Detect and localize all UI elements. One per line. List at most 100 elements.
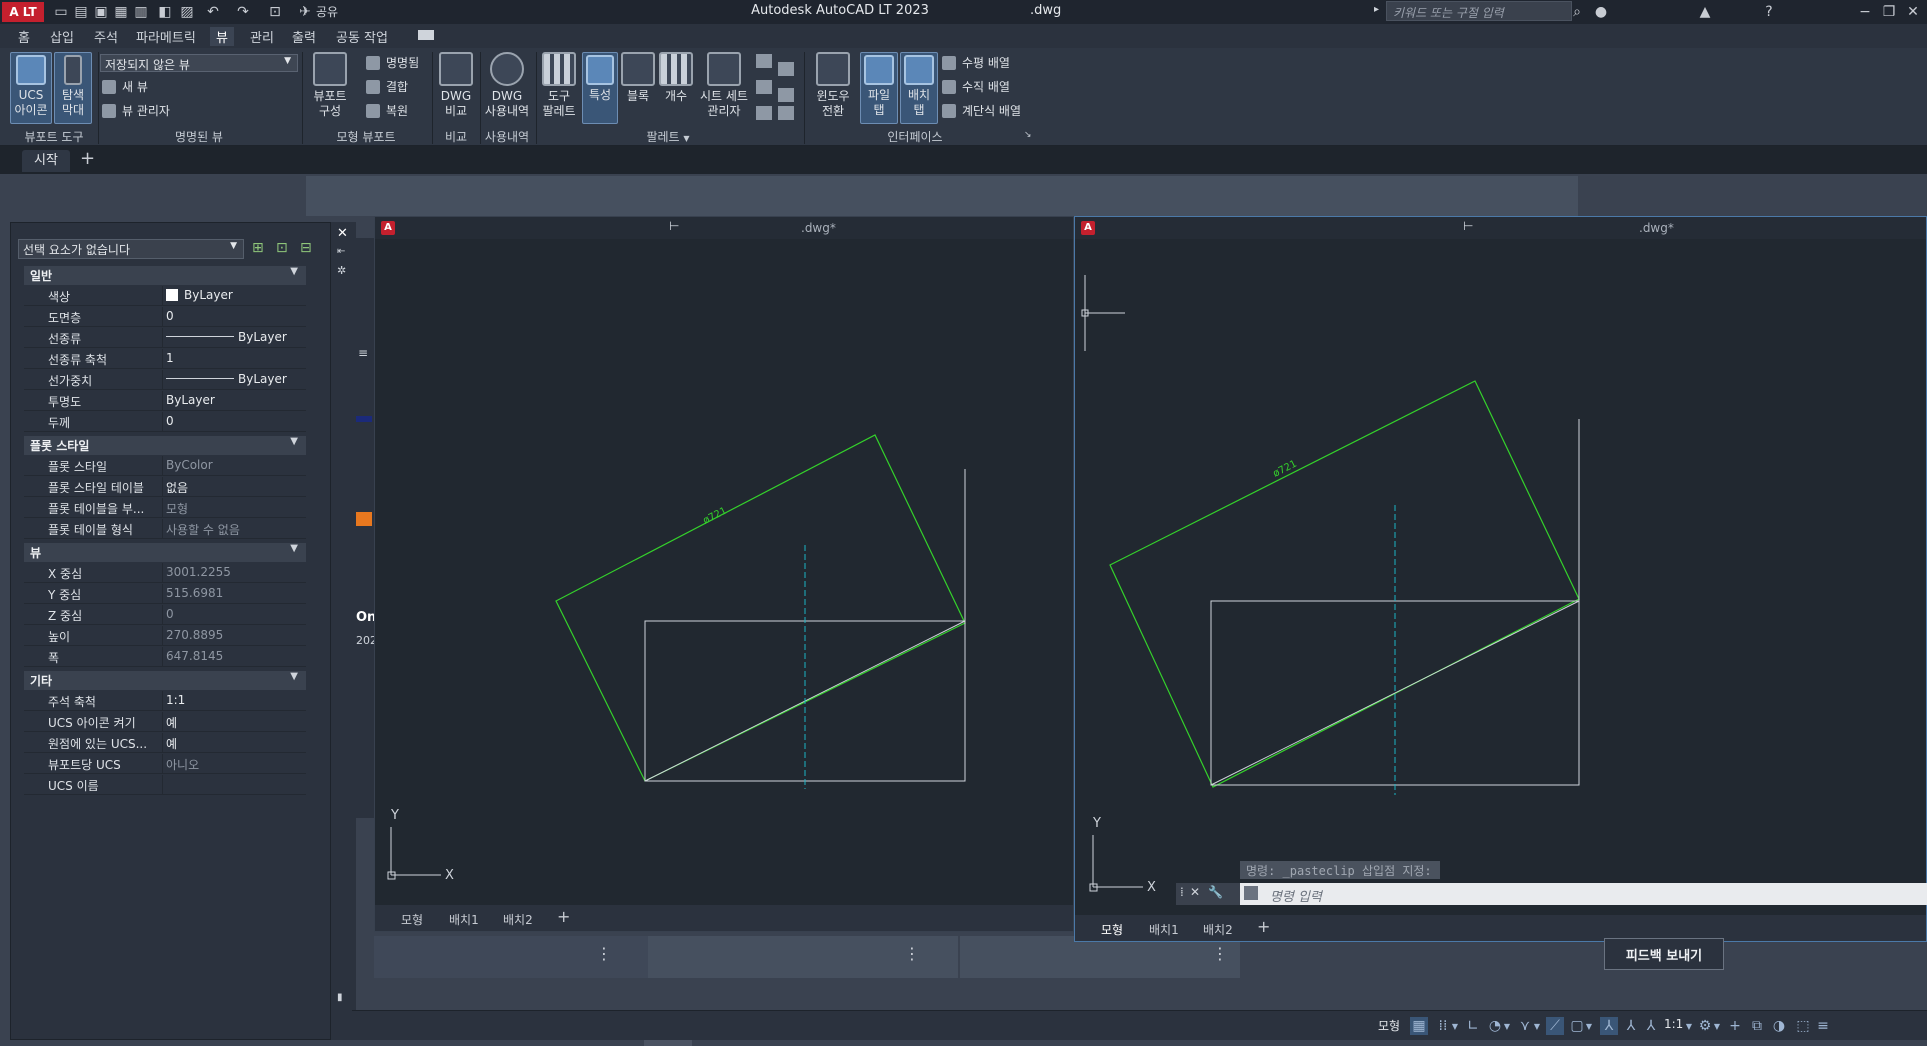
file-tab-start[interactable]: 시작 bbox=[22, 150, 70, 172]
tile-vertical-button[interactable]: 수직 배열 bbox=[942, 78, 1010, 95]
more-vertical-icon[interactable]: ⋮ bbox=[596, 944, 612, 963]
layout-tab-model[interactable]: 모형 bbox=[401, 911, 423, 928]
property-row[interactable]: Y 중심 515.6981 bbox=[24, 584, 306, 604]
dwg-compare-button[interactable]: DWG 비교 bbox=[436, 52, 476, 119]
properties-button[interactable]: 특성 bbox=[582, 52, 618, 124]
drawing-window-right-titlebar[interactable]: A ⊢ .dwg* bbox=[1075, 217, 1926, 239]
dwg-history-button[interactable]: DWG 사용내역 bbox=[482, 52, 532, 119]
tab-collaborate[interactable]: 공동 작업 bbox=[336, 27, 388, 46]
share-label[interactable]: 공유 bbox=[316, 3, 338, 20]
viewport-config-button[interactable]: 뷰포트 구성 bbox=[308, 52, 352, 119]
named-viewports-button[interactable]: 명명됨 bbox=[366, 54, 419, 71]
menu-icon[interactable]: ≡ bbox=[358, 346, 368, 360]
help-icon[interactable]: ? bbox=[1760, 3, 1778, 21]
export-icon[interactable]: ◧ bbox=[156, 3, 174, 21]
status-model-label[interactable]: 모형 bbox=[1378, 1017, 1400, 1034]
annotation-scale-value[interactable]: 1:1 bbox=[1664, 1017, 1683, 1031]
tab-output[interactable]: 출력 bbox=[292, 27, 316, 46]
table-icon[interactable] bbox=[756, 106, 772, 120]
property-section-header[interactable]: 뷰 ▼ bbox=[24, 543, 306, 562]
layout-tab-layout2[interactable]: 배치2 bbox=[1203, 921, 1233, 938]
plot-icon[interactable]: ▥ bbox=[132, 3, 150, 21]
isolate-icon[interactable]: ◑ bbox=[1770, 1017, 1788, 1035]
layout-tab-model[interactable]: 모형 bbox=[1101, 921, 1123, 938]
count-button[interactable]: 개수 bbox=[658, 52, 694, 104]
drawing-window-left-titlebar[interactable]: A ⊢ .dwg* bbox=[375, 217, 1073, 239]
property-row[interactable]: 선종류 축척 1 bbox=[24, 349, 306, 369]
drawing-window-right[interactable]: A ⊢ .dwg* ø721 Y X 모형 배치1 배치2 + bbox=[1074, 216, 1927, 942]
ribbon-minimize-icon[interactable] bbox=[418, 30, 434, 40]
restore-icon[interactable]: ❐ bbox=[1878, 2, 1900, 22]
property-row[interactable]: 플롯 테이블 형식 사용할 수 없음 bbox=[24, 519, 306, 539]
group-label-viewport-tools[interactable]: 뷰포트 도구 bbox=[12, 128, 96, 145]
file-tabs-button[interactable]: 파일 탭 bbox=[860, 52, 898, 124]
property-section-header[interactable]: 기타 ▼ bbox=[24, 671, 306, 690]
plus-icon[interactable]: + bbox=[1726, 1017, 1744, 1035]
add-layout-button[interactable]: + bbox=[1257, 917, 1270, 936]
command-prompt-icon[interactable] bbox=[1244, 886, 1258, 900]
join-viewports-button[interactable]: 결합 bbox=[366, 78, 408, 95]
tab-manage[interactable]: 관리 bbox=[250, 27, 274, 46]
undo-icon[interactable]: ↶ bbox=[204, 3, 222, 21]
autodesk-icon[interactable]: ▲ bbox=[1696, 3, 1714, 21]
workspace-icon[interactable]: ⊡ bbox=[266, 3, 284, 21]
named-view-dropdown[interactable]: 저장되지 않은 뷰 ▼ bbox=[100, 54, 298, 72]
search-icon[interactable]: ⌕ bbox=[1568, 3, 1586, 21]
drawing-window-left[interactable]: A ⊢ .dwg* ø721 Y X 모형 배치1 배치2 + bbox=[374, 216, 1074, 932]
tab-home[interactable]: 홈 bbox=[18, 27, 30, 46]
chevron-down-icon[interactable]: ▼ bbox=[1684, 1017, 1694, 1035]
units-icon[interactable]: ⧉ bbox=[1748, 1017, 1766, 1035]
minimize-icon[interactable]: − bbox=[1854, 2, 1876, 22]
send-feedback-button[interactable]: 피드백 보내기 bbox=[1604, 938, 1724, 970]
more-vertical-icon[interactable]: ⋮ bbox=[904, 944, 920, 963]
settings-icon[interactable]: ✲ bbox=[337, 264, 346, 277]
annotation-scale-icon[interactable]: ⅄ bbox=[1642, 1017, 1660, 1035]
ortho-icon[interactable]: ∟ bbox=[1464, 1017, 1482, 1035]
calculator-icon[interactable] bbox=[778, 88, 795, 102]
tile-horizontal-button[interactable]: 수평 배열 bbox=[942, 54, 1010, 71]
add-layout-button[interactable]: + bbox=[557, 907, 570, 926]
property-row[interactable]: 폭 647.8145 bbox=[24, 647, 306, 667]
property-section-header[interactable]: 플롯 스타일 ▼ bbox=[24, 436, 306, 455]
tool-palette-button[interactable]: 도구 팔레트 bbox=[538, 52, 580, 119]
cascade-button[interactable]: 계단식 배열 bbox=[942, 102, 1021, 119]
property-row[interactable]: 두께 0 bbox=[24, 412, 306, 432]
property-row[interactable]: 선종류 ByLayer bbox=[24, 328, 306, 348]
property-row[interactable]: 플롯 스타일 테이블 없음 bbox=[24, 477, 306, 497]
layout-tab-layout2[interactable]: 배치2 bbox=[503, 911, 533, 928]
autohide-icon[interactable]: ⇤ bbox=[337, 246, 345, 257]
save-icon[interactable]: ▣ bbox=[92, 3, 110, 21]
web-icon[interactable]: ▨ bbox=[178, 3, 196, 21]
property-row[interactable]: 주석 축척 1:1 bbox=[24, 691, 306, 711]
property-row[interactable]: 투명도 ByLayer bbox=[24, 391, 306, 411]
annotation-visibility-icon[interactable]: ⅄ bbox=[1600, 1017, 1618, 1035]
layout-tab-layout1[interactable]: 배치1 bbox=[1149, 921, 1179, 938]
user-icon[interactable]: ● bbox=[1592, 3, 1610, 21]
close-icon[interactable]: ✕ bbox=[337, 226, 348, 241]
customize-icon[interactable]: ≡ bbox=[1814, 1017, 1832, 1035]
more-vertical-icon[interactable]: ⋮ bbox=[1212, 944, 1228, 963]
new-file-icon[interactable]: ▭ bbox=[52, 3, 70, 21]
auto-scale-icon[interactable]: ⅄ bbox=[1622, 1017, 1640, 1035]
new-view-button[interactable]: 새 뷰 bbox=[102, 78, 148, 95]
property-row[interactable]: 플롯 스타일 ByColor bbox=[24, 456, 306, 476]
layout-tabs-button[interactable]: 배치 탭 bbox=[900, 52, 938, 124]
chevron-down-icon[interactable]: ▼ bbox=[1502, 1017, 1512, 1035]
chevron-down-icon[interactable]: ▼ bbox=[1532, 1017, 1542, 1035]
select-objects-icon[interactable]: ⊡ bbox=[276, 240, 294, 258]
chevron-right-icon[interactable]: ▸ bbox=[1374, 4, 1379, 15]
property-row[interactable]: X 중심 3001.2255 bbox=[24, 563, 306, 583]
drawing-canvas-left[interactable]: ø721 Y X bbox=[375, 239, 1073, 907]
property-section-header[interactable]: 일반 ▼ bbox=[24, 266, 306, 285]
property-row[interactable]: 뷰포트당 UCS 아니오 bbox=[24, 754, 306, 774]
command-input[interactable]: 명령 입력 bbox=[1240, 883, 1927, 905]
layout-tab-layout1[interactable]: 배치1 bbox=[449, 911, 479, 928]
object-snap-tracking-icon[interactable]: ⟋ bbox=[1546, 1017, 1564, 1035]
tab-annotate[interactable]: 주석 bbox=[94, 27, 118, 46]
open-file-icon[interactable]: ▤ bbox=[72, 3, 90, 21]
property-row[interactable]: 선가중치 ByLayer bbox=[24, 370, 306, 390]
redo-icon[interactable]: ↷ bbox=[234, 3, 252, 21]
wrench-icon[interactable]: 🔧 bbox=[1208, 885, 1223, 899]
property-row[interactable]: Z 중심 0 bbox=[24, 605, 306, 625]
chevron-down-icon[interactable]: ▼ bbox=[1584, 1017, 1594, 1035]
